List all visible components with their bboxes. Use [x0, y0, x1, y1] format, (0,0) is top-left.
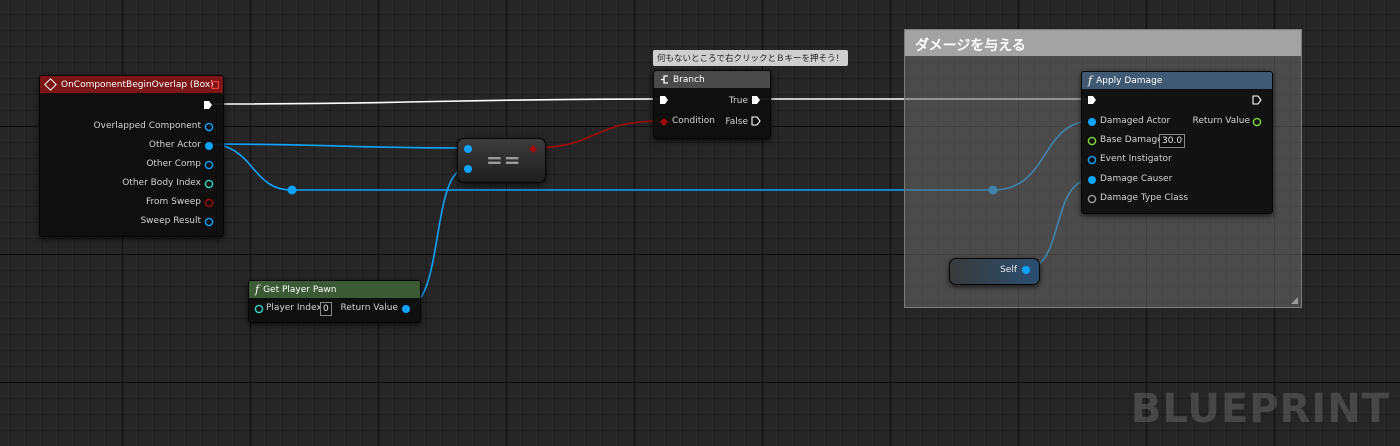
self-label: Self [1000, 265, 1017, 275]
event-node-title: OnComponentBeginOverlap (Box) [61, 79, 214, 90]
struct-pin[interactable] [204, 217, 214, 227]
branch-node-header[interactable]: Branch [654, 71, 770, 88]
self-node[interactable]: Self [949, 258, 1040, 285]
exec-false-pin[interactable] [751, 116, 761, 126]
event-diamond-icon [44, 78, 57, 91]
object-pin[interactable] [204, 141, 214, 151]
object-out-pin[interactable] [1021, 265, 1031, 275]
apply-damage-node[interactable]: f Apply Damage Damaged Actor Return Valu… [1081, 71, 1273, 214]
damage-return-label: Return Value [1192, 116, 1250, 126]
pin-label-sweep-result: Sweep Result [140, 216, 201, 226]
delegate-pin-icon[interactable] [211, 81, 219, 89]
exec-in-pin[interactable] [659, 95, 669, 105]
equal-symbol: == [486, 148, 522, 172]
resize-grip-icon[interactable] [1291, 297, 1298, 304]
pawn-node-header[interactable]: f Get Player Pawn [249, 281, 420, 298]
pin-label-other-body-index: Other Body Index [122, 178, 201, 188]
damage-node-title: Apply Damage [1096, 75, 1163, 86]
wire-other-actor-to-equal [207, 143, 468, 149]
object-pin[interactable] [1087, 155, 1097, 165]
pin-label-other-actor: Other Actor [148, 140, 201, 150]
object-out-pin[interactable] [401, 304, 411, 314]
object-pin[interactable] [204, 160, 214, 170]
reroute-knot [287, 185, 297, 195]
branch-true-label: True [728, 96, 748, 106]
event-instigator-label: Event Instigator [1100, 154, 1172, 164]
int-pin[interactable] [204, 179, 214, 189]
object-pin[interactable] [463, 164, 473, 174]
pawn-return-label: Return Value [340, 303, 398, 313]
damage-causer-label: Damage Causer [1100, 174, 1173, 184]
player-index-label: Player Index [266, 303, 322, 313]
event-node[interactable]: OnComponentBeginOverlap (Box) Overlapped… [39, 75, 224, 237]
pin-label-from-sweep: From Sweep [145, 197, 201, 207]
branch-icon [661, 75, 668, 84]
get-player-pawn-node[interactable]: f Get Player Pawn Player Index 0 Return … [248, 280, 421, 323]
branch-condition-label: Condition [672, 116, 715, 126]
float-out-pin[interactable] [1252, 117, 1262, 127]
branch-node-title: Branch [673, 74, 705, 85]
base-damage-field[interactable]: 30.0 [1159, 134, 1186, 148]
int-pin[interactable] [254, 304, 264, 314]
bool-pin[interactable] [204, 198, 214, 208]
branch-node[interactable]: Branch True Condition False [653, 70, 771, 139]
exec-true-pin[interactable] [751, 95, 761, 105]
comment-title[interactable]: ダメージを与える [905, 30, 1301, 56]
function-f-icon: f [1088, 74, 1093, 87]
class-pin[interactable] [1087, 194, 1097, 204]
player-index-field[interactable]: 0 [320, 302, 332, 316]
function-f-icon: f [255, 283, 260, 296]
damaged-actor-label: Damaged Actor [1100, 116, 1171, 126]
event-node-header[interactable]: OnComponentBeginOverlap (Box) [40, 76, 223, 93]
wire-equal-to-condition [529, 120, 663, 149]
object-pin[interactable] [1087, 117, 1097, 127]
float-pin[interactable] [1087, 136, 1097, 146]
base-damage-label: Base Damage [1100, 135, 1163, 145]
blueprint-watermark: BLUEPRINT [1130, 386, 1390, 432]
bool-out-pin[interactable] [528, 144, 538, 154]
object-pin[interactable] [204, 122, 214, 132]
exec-out-pin[interactable] [203, 100, 213, 110]
damage-node-header[interactable]: f Apply Damage [1082, 72, 1272, 89]
pin-label-overlapped-component: Overlapped Component [93, 121, 201, 131]
exec-in-pin[interactable] [1087, 95, 1097, 105]
object-pin[interactable] [463, 144, 473, 154]
pawn-node-title: Get Player Pawn [263, 284, 337, 295]
equal-node[interactable]: == [457, 138, 546, 183]
tooltip: 何もないところで右クリックとＢキーを押そう！ [653, 50, 849, 66]
object-pin[interactable] [1087, 175, 1097, 185]
exec-wire-event-to-branch [211, 98, 661, 105]
branch-false-label: False [725, 117, 748, 127]
bool-condition-pin[interactable] [659, 117, 669, 127]
pin-label-other-comp: Other Comp [146, 159, 201, 169]
damage-type-class-label: Damage Type Class [1100, 193, 1189, 203]
exec-out-pin[interactable] [1252, 95, 1262, 105]
